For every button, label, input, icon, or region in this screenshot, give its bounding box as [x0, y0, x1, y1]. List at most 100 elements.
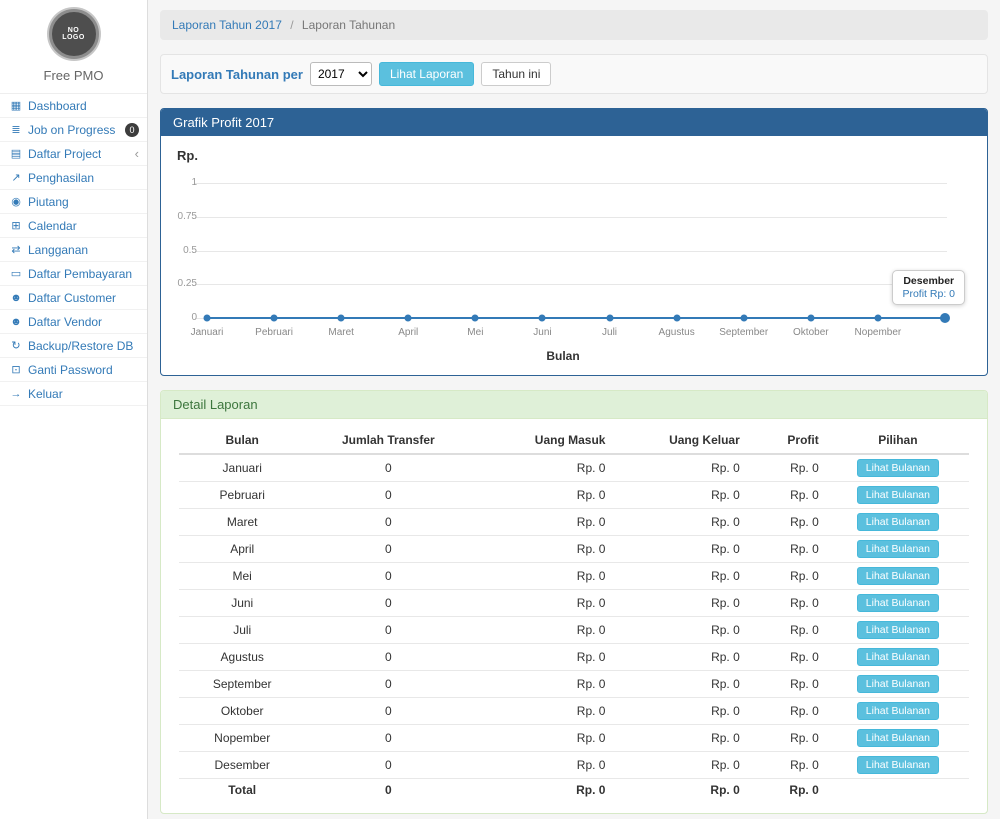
lihat-bulanan-button-april[interactable]: Lihat Bulanan — [857, 540, 939, 558]
sidebar-item-keluar[interactable]: →Keluar — [0, 382, 147, 406]
sidebar-item-job-on-progress[interactable]: ≣Job on Progress0 — [0, 118, 147, 142]
cell-uang-keluar: Rp. 0 — [613, 644, 747, 671]
cell-uang-keluar: Rp. 0 — [613, 563, 747, 590]
lihat-bulanan-button-oktober[interactable]: Lihat Bulanan — [857, 702, 939, 720]
lihat-bulanan-button-pebruari[interactable]: Lihat Bulanan — [857, 486, 939, 504]
y-tick-label: 0.5 — [167, 245, 197, 256]
grafik-panel-title: Grafik Profit 2017 — [161, 109, 987, 136]
data-point-september[interactable] — [740, 315, 747, 322]
data-point-oktober[interactable] — [807, 315, 814, 322]
data-point-juni[interactable] — [539, 315, 546, 322]
x-axis-title: Bulan — [177, 349, 949, 365]
cell-jumlah-transfer: 0 — [305, 752, 471, 779]
lihat-bulanan-button-agustus[interactable]: Lihat Bulanan — [857, 648, 939, 666]
cell-uang-masuk: Rp. 0 — [471, 725, 613, 752]
x-tick-label: Mei — [467, 327, 483, 338]
cell-profit: Rp. 0 — [748, 752, 827, 779]
lihat-bulanan-button-maret[interactable]: Lihat Bulanan — [857, 513, 939, 531]
cell-jumlah-transfer: 0 — [305, 779, 471, 802]
sidebar-item-label: Backup/Restore DB — [28, 339, 133, 353]
cell-uang-masuk: Rp. 0 — [471, 671, 613, 698]
cell-jumlah-transfer: 0 — [305, 617, 471, 644]
sidebar-item-daftar-pembayaran[interactable]: ▭Daftar Pembayaran — [0, 262, 147, 286]
lihat-bulanan-button-juni[interactable]: Lihat Bulanan — [857, 594, 939, 612]
sidebar-item-backup-restore-db[interactable]: ↻ Backup/Restore DB — [0, 334, 147, 358]
table-total-row: Total0Rp. 0Rp. 0Rp. 0 — [179, 779, 969, 802]
table-row-desember: Desember0Rp. 0Rp. 0Rp. 0Lihat Bulanan — [179, 752, 969, 779]
cell-profit: Rp. 0 — [748, 482, 827, 509]
lihat-bulanan-button-nopember[interactable]: Lihat Bulanan — [857, 729, 939, 747]
data-point-maret[interactable] — [338, 315, 345, 322]
money-icon: ◉ — [8, 195, 24, 208]
x-tick-label: Pebruari — [255, 327, 293, 338]
x-tick-label: September — [719, 327, 768, 338]
lihat-bulanan-button-mei[interactable]: Lihat Bulanan — [857, 567, 939, 585]
data-point-april[interactable] — [405, 315, 412, 322]
cell-bulan: Pebruari — [179, 482, 305, 509]
cell-uang-keluar: Rp. 0 — [613, 454, 747, 482]
lihat-bulanan-button-januari[interactable]: Lihat Bulanan — [857, 459, 939, 477]
cell-profit: Rp. 0 — [748, 644, 827, 671]
cell-profit: Rp. 0 — [748, 536, 827, 563]
refresh-icon: ↻ — [8, 339, 24, 352]
lihat-bulanan-button-desember[interactable]: Lihat Bulanan — [857, 756, 939, 774]
cell-pilihan: Lihat Bulanan — [827, 536, 969, 563]
x-tick-label: April — [398, 327, 418, 338]
x-tick-label: Maret — [328, 327, 354, 338]
cell-bulan: Januari — [179, 454, 305, 482]
cell-pilihan-total — [827, 779, 969, 802]
sidebar: NO LOGO Free PMO ▦Dashboard≣Job on Progr… — [0, 0, 148, 819]
lihat-bulanan-button-juli[interactable]: Lihat Bulanan — [857, 621, 939, 639]
logo-area: NO LOGO Free PMO — [0, 0, 147, 93]
cell-uang-masuk: Rp. 0 — [471, 698, 613, 725]
table-row-juni: Juni0Rp. 0Rp. 0Rp. 0Lihat Bulanan — [179, 590, 969, 617]
cell-jumlah-transfer: 0 — [305, 590, 471, 617]
cell-pilihan: Lihat Bulanan — [827, 752, 969, 779]
breadcrumb-link-laporan-tahun[interactable]: Laporan Tahun 2017 — [172, 18, 282, 32]
sidebar-item-daftar-vendor[interactable]: ☻Daftar Vendor — [0, 310, 147, 334]
lihat-bulanan-button-september[interactable]: Lihat Bulanan — [857, 675, 939, 693]
data-point-agustus[interactable] — [673, 315, 680, 322]
cell-uang-keluar: Rp. 0 — [613, 725, 747, 752]
cell-uang-masuk: Rp. 0 — [471, 752, 613, 779]
sidebar-item-langganan[interactable]: ⇄Langganan — [0, 238, 147, 262]
sidebar-item-penghasilan[interactable]: ↗Penghasilan — [0, 166, 147, 190]
cell-uang-keluar: Rp. 0 — [613, 671, 747, 698]
data-point-juli[interactable] — [606, 315, 613, 322]
cell-profit: Rp. 0 — [748, 671, 827, 698]
sidebar-item-dashboard[interactable]: ▦Dashboard — [0, 94, 147, 118]
cell-jumlah-transfer: 0 — [305, 509, 471, 536]
year-select[interactable]: 2017 — [310, 62, 372, 86]
cell-bulan: Desember — [179, 752, 305, 779]
data-point-januari[interactable] — [204, 315, 211, 322]
data-point-mei[interactable] — [472, 315, 479, 322]
sidebar-item-ganti-password[interactable]: ⊡Ganti Password — [0, 358, 147, 382]
logo: NO LOGO — [49, 9, 99, 59]
column-header-uang-masuk: Uang Masuk — [471, 427, 613, 454]
sidebar-item-label: Daftar Customer — [28, 291, 116, 305]
sidebar-item-daftar-project[interactable]: ▤Daftar Project‹ — [0, 142, 147, 166]
data-point-nopember[interactable] — [874, 315, 881, 322]
chart-body: Rp. Desember Profit Rp: 0 00.250.50.751J… — [161, 136, 987, 375]
profit-line-chart: Desember Profit Rp: 0 00.250.50.751Janua… — [207, 175, 945, 345]
chart-gridline — [195, 284, 947, 285]
cell-uang-masuk: Rp. 0 — [471, 454, 613, 482]
cell-jumlah-transfer: 0 — [305, 698, 471, 725]
tahun-ini-button[interactable]: Tahun ini — [481, 62, 551, 86]
cell-jumlah-transfer: 0 — [305, 482, 471, 509]
data-point-desember[interactable] — [940, 313, 950, 323]
breadcrumb-current: Laporan Tahunan — [302, 18, 395, 32]
cell-uang-masuk: Rp. 0 — [471, 590, 613, 617]
sidebar-item-daftar-customer[interactable]: ☻Daftar Customer — [0, 286, 147, 310]
sidebar-item-calendar[interactable]: ⊞Calendar — [0, 214, 147, 238]
lihat-laporan-button[interactable]: Lihat Laporan — [379, 62, 474, 86]
data-point-pebruari[interactable] — [271, 315, 278, 322]
filter-bar: Laporan Tahunan per 2017 Lihat Laporan T… — [160, 54, 988, 94]
cell-pilihan: Lihat Bulanan — [827, 454, 969, 482]
sidebar-item-piutang[interactable]: ◉Piutang — [0, 190, 147, 214]
sidebar-item-label: Penghasilan — [28, 171, 94, 185]
x-tick-label: Nopember — [855, 327, 902, 338]
cell-bulan: September — [179, 671, 305, 698]
sidebar-item-label: Daftar Vendor — [28, 315, 102, 329]
cell-jumlah-transfer: 0 — [305, 671, 471, 698]
